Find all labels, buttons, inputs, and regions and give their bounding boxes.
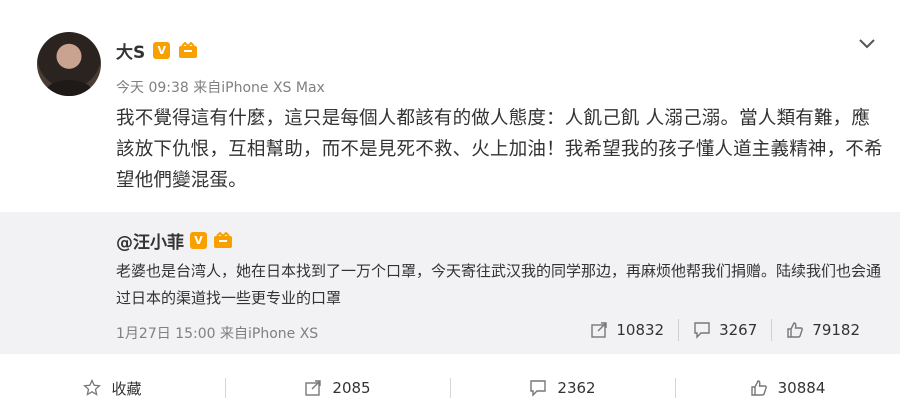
like-button[interactable]: 30884	[675, 366, 900, 410]
avatar[interactable]	[37, 32, 101, 96]
repost-count: 2085	[332, 379, 371, 397]
post-source: 来自iPhone XS Max	[193, 80, 325, 96]
repost-icon	[304, 379, 322, 397]
repost-button[interactable]: 2085	[225, 366, 450, 410]
like-count: 30884	[777, 379, 826, 397]
repost-stats: 10832 3267 79182	[576, 319, 874, 341]
repost-like-button[interactable]: 79182	[771, 319, 874, 341]
member-icon	[178, 41, 198, 59]
repost-meta: 1月27日 15:00 来自iPhone XS	[116, 323, 318, 343]
repost-comment-button[interactable]: 3267	[678, 319, 771, 341]
repost-timestamp[interactable]: 1月27日 15:00	[116, 326, 216, 342]
like-icon	[786, 321, 804, 339]
repost-username[interactable]: @汪小菲	[116, 228, 184, 253]
repost-comment-count: 3267	[719, 321, 758, 339]
like-icon	[750, 379, 768, 397]
repost-source: 来自iPhone XS	[219, 326, 319, 342]
repost-header: @汪小菲 V	[116, 228, 233, 253]
repost-text: 老婆也是台湾人，她在日本找到了一万个口罩，今天寄往武汉我的同学那边，再麻烦他帮我…	[116, 262, 882, 307]
post-header: 大S V	[116, 38, 198, 63]
comment-icon	[693, 321, 711, 339]
comment-button[interactable]: 2362	[450, 366, 675, 410]
comment-icon	[529, 379, 547, 397]
verified-icon: V	[190, 231, 207, 249]
post-meta: 今天 09:38 来自iPhone XS Max	[116, 77, 325, 97]
verified-icon: V	[153, 41, 171, 59]
repost-repost-button[interactable]: 10832	[576, 319, 678, 341]
post-timestamp[interactable]: 今天 09:38	[116, 80, 189, 96]
repost-like-count: 79182	[812, 321, 860, 339]
favorite-button[interactable]: 收藏	[0, 366, 225, 410]
member-icon	[213, 231, 233, 249]
favorite-label: 收藏	[111, 379, 142, 398]
comment-count: 2362	[557, 379, 596, 397]
repost-card[interactable]: @汪小菲 V 老婆也是台湾人，她在日本找到了一万个口罩，今天寄往武汉我的同学那边…	[0, 212, 900, 354]
post-text: 我不覺得這有什麼，這只是每個人都該有的做人態度：人飢己飢 人溺己溺。當人類有難，…	[116, 108, 883, 191]
repost-icon	[590, 321, 608, 339]
chevron-down-icon[interactable]	[856, 33, 878, 55]
repost-repost-count: 10832	[616, 321, 665, 339]
star-icon	[83, 379, 102, 397]
username[interactable]: 大S	[116, 38, 145, 63]
action-bar: 收藏 2085 2362 30884	[0, 366, 900, 410]
